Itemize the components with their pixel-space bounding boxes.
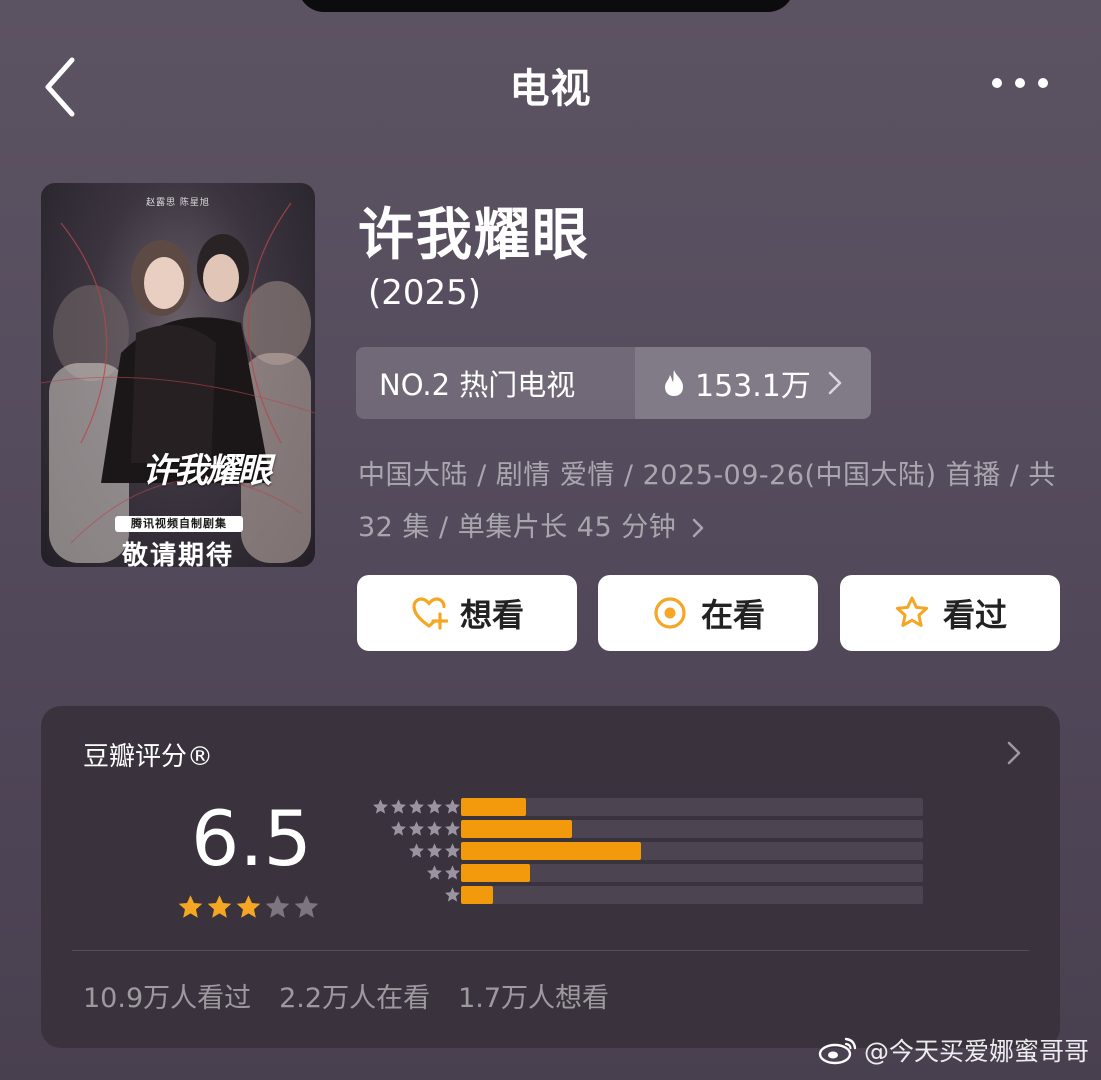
device-notch <box>298 0 794 12</box>
distribution-bar-fill <box>461 842 642 860</box>
star-icon <box>427 865 442 880</box>
weibo-watermark: @今天买爱娜蜜哥哥 <box>818 1032 1089 1068</box>
poster-badge: 腾讯视频自制剧集 <box>115 516 243 532</box>
douban-rating-card[interactable]: 豆瓣评分® 6.5 10.9万人看过 2.2万人在看 1.7万人想看 <box>41 706 1060 1048</box>
watch-stats: 10.9万人看过 2.2万人在看 1.7万人想看 <box>83 976 609 1015</box>
distribution-bar-track <box>461 886 923 904</box>
distribution-bar-fill <box>461 820 572 838</box>
distribution-row-4-star <box>351 820 461 838</box>
star-icon <box>427 799 442 814</box>
ranking-label: NO.2 热门电视 <box>356 347 635 419</box>
distribution-bar-fill <box>461 864 531 882</box>
rating-stars <box>177 893 320 920</box>
show-meta-info[interactable]: 中国大陆 / 剧情 爱情 / 2025-09-26(中国大陆) 首播 / 共 3… <box>358 450 1058 554</box>
star-empty-icon <box>294 895 319 918</box>
distribution-stars <box>426 864 461 881</box>
ellipsis-icon <box>992 78 1048 88</box>
star-filled-icon <box>207 895 232 918</box>
top-navigation-bar: 电视 <box>0 40 1101 130</box>
star-empty-icon <box>265 895 290 918</box>
star-filled-icon <box>178 895 203 918</box>
chevron-right-icon <box>693 518 704 538</box>
more-button[interactable] <box>991 72 1049 94</box>
watched-button[interactable]: 看过 <box>840 575 1060 651</box>
watching-button[interactable]: 在看 <box>598 575 818 651</box>
watched-count: 10.9万人看过 <box>83 983 252 1014</box>
star-outline-icon <box>895 596 929 627</box>
watching-count: 2.2万人在看 <box>279 983 431 1014</box>
poster-tagline: 敬请期待 <box>121 541 234 567</box>
star-icon <box>409 843 424 858</box>
distribution-bar-fill <box>461 886 494 904</box>
chevron-right-icon[interactable] <box>1006 740 1022 766</box>
distribution-stars <box>390 820 461 837</box>
poster-credits: 赵露思 陈星旭 <box>146 198 210 208</box>
star-filled-icon <box>236 895 261 918</box>
distribution-stars <box>444 886 461 903</box>
star-icon <box>445 843 460 858</box>
distribution-bar-track <box>461 842 923 860</box>
heart-plus-icon <box>412 597 448 630</box>
ranking-badge[interactable]: NO.2 热门电视 153.1万 <box>356 347 871 419</box>
weibo-logo-icon <box>818 1037 857 1065</box>
page-title: 电视 <box>509 66 592 112</box>
distribution-bar-track <box>461 820 923 838</box>
poster-artwork <box>41 202 315 563</box>
star-icon <box>391 821 406 836</box>
star-icon <box>427 843 442 858</box>
want-count: 1.7万人想看 <box>458 983 610 1014</box>
distribution-row-1-star <box>351 886 461 904</box>
poster-image[interactable]: 赵露思 陈星旭 许我耀眼 腾讯视频自制剧集 敬请期待 <box>41 183 315 567</box>
show-year: (2025) <box>368 273 482 313</box>
target-circle-icon <box>654 597 686 629</box>
distribution-stars <box>408 842 461 859</box>
distribution-bar-track <box>461 864 923 882</box>
chevron-right-icon <box>828 371 842 395</box>
watermark-text: @今天买爱娜蜜哥哥 <box>863 1037 1089 1066</box>
heat-value: 153.1万 <box>695 369 811 404</box>
star-icon <box>445 821 460 836</box>
star-icon <box>427 821 442 836</box>
star-icon <box>445 887 460 902</box>
distribution-row-3-star <box>351 842 461 860</box>
divider <box>72 950 1029 951</box>
star-icon <box>409 799 424 814</box>
distribution-row-2-star <box>351 864 461 882</box>
star-icon <box>445 865 460 880</box>
flame-icon <box>665 370 683 396</box>
distribution-bar-fill <box>461 798 526 816</box>
heat-value-group: 153.1万 <box>635 347 871 419</box>
want-to-watch-label: 想看 <box>459 596 524 634</box>
star-icon <box>409 821 424 836</box>
want-to-watch-button[interactable]: 想看 <box>357 575 577 651</box>
star-icon <box>391 799 406 814</box>
distribution-row-5-star <box>351 798 461 816</box>
show-title: 许我耀眼 <box>358 203 590 268</box>
watching-label: 在看 <box>700 596 765 634</box>
rating-title: 豆瓣评分® <box>83 742 214 772</box>
star-icon <box>373 799 388 814</box>
poster-title-calligraphy: 许我耀眼 <box>142 451 272 491</box>
distribution-bar-track <box>461 798 923 816</box>
watched-label: 看过 <box>942 596 1007 634</box>
rating-score: 6.5 <box>191 794 312 883</box>
meta-text: 中国大陆 / 剧情 爱情 / 2025-09-26(中国大陆) 首播 / 共 3… <box>358 460 1056 543</box>
star-icon <box>445 799 460 814</box>
distribution-stars <box>372 798 461 815</box>
